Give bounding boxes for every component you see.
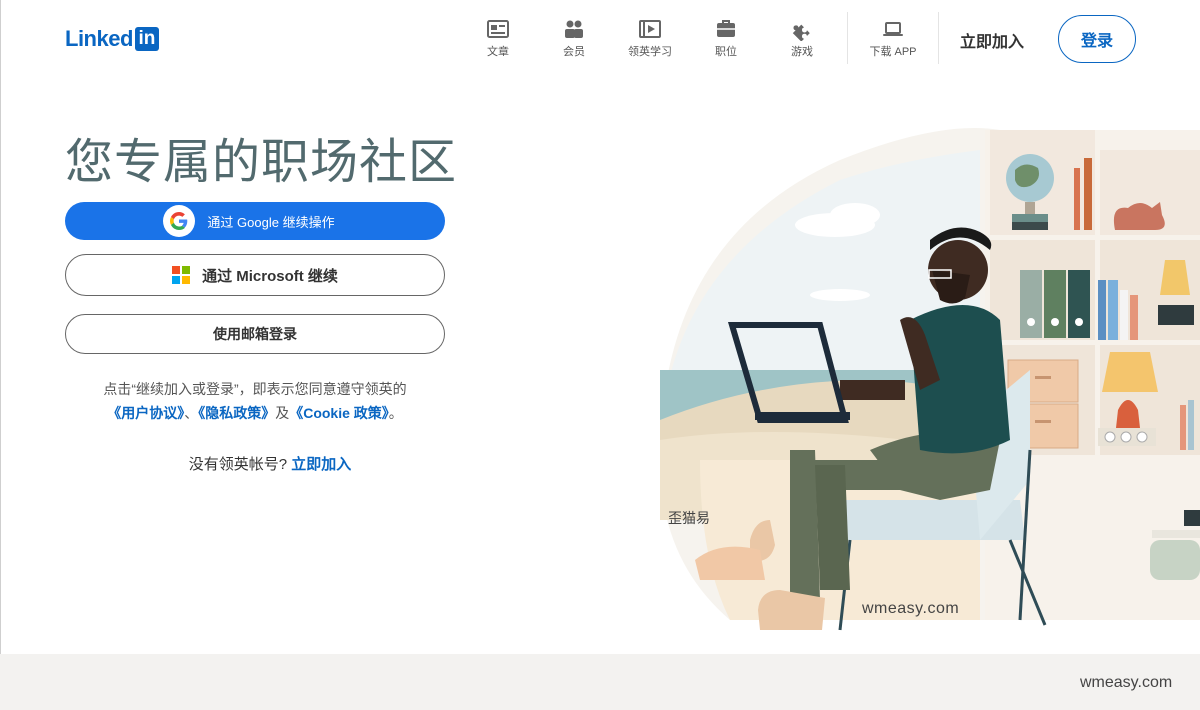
- user-agreement-link[interactable]: 《用户协议》: [107, 405, 184, 421]
- learning-icon: [639, 20, 661, 38]
- puzzle-icon: [792, 24, 810, 41]
- nav-item-articles[interactable]: 文章: [460, 10, 536, 66]
- footer-band: [0, 654, 1200, 710]
- watermark-text: wmeasy.com: [862, 600, 960, 617]
- hero-illustration: [660, 128, 1200, 631]
- microsoft-signin-button[interactable]: 通过 Microsoft 继续: [65, 254, 445, 296]
- microsoft-button-label: 通过 Microsoft 继续: [202, 267, 338, 285]
- terms-separator: 。: [388, 405, 403, 421]
- join-now-link[interactable]: 立即加入: [960, 28, 1024, 52]
- people-icon: [565, 20, 583, 38]
- nav-label-download-app: 下载 APP: [869, 46, 917, 58]
- terms-separator: 及: [275, 405, 290, 421]
- google-signin-button[interactable]: 通过 Google 继续操作: [65, 202, 445, 240]
- top-nav: 文章 会员 领英学习 职位 游戏 下载 APP: [460, 10, 946, 66]
- linkedin-logo[interactable]: Linked in: [65, 25, 159, 52]
- email-signin-button[interactable]: 使用邮箱登录: [65, 314, 445, 354]
- logo-in-box: in: [134, 26, 159, 51]
- nav-divider: [938, 12, 939, 64]
- nav-item-learning[interactable]: 领英学习: [612, 10, 688, 66]
- nav-label-jobs: 职位: [715, 46, 737, 58]
- nav-item-games[interactable]: 游戏: [764, 10, 840, 66]
- laptop-icon: [883, 22, 903, 36]
- terms-notice: 点击“继续加入或登录”，即表示您同意遵守领英的 《用户协议》、《隐私政策》及《C…: [65, 377, 445, 425]
- article-icon: [487, 20, 509, 38]
- nav-item-people[interactable]: 会员: [536, 10, 612, 66]
- terms-prefix: 点击“继续加入或登录”，即表示您同意遵守领英的: [103, 381, 407, 397]
- watermark-text: 歪猫易: [668, 510, 710, 526]
- nav-label-people: 会员: [563, 46, 585, 58]
- cookie-policy-link[interactable]: 《Cookie 政策》: [289, 405, 389, 421]
- microsoft-icon: [172, 266, 191, 284]
- nav-label-learning: 领英学习: [628, 46, 672, 58]
- nav-divider: [847, 12, 848, 64]
- signin-button[interactable]: 登录: [1058, 15, 1136, 63]
- nav-label-articles: 文章: [487, 46, 509, 58]
- nav-item-jobs[interactable]: 职位: [688, 10, 764, 66]
- signup-join-link[interactable]: 立即加入: [291, 456, 351, 473]
- terms-separator: 、: [184, 405, 199, 421]
- google-button-label: 通过 Google 继续操作: [207, 214, 335, 230]
- watermark-text: wmeasy.com: [1080, 674, 1173, 691]
- logo-text: Linked: [65, 25, 133, 51]
- briefcase-icon: [717, 20, 735, 37]
- nav-item-download-app[interactable]: 下载 APP: [855, 10, 931, 66]
- privacy-policy-link[interactable]: 《隐私政策》: [198, 405, 275, 421]
- signup-prompt: 没有领英帐号? 立即加入: [65, 453, 475, 474]
- google-icon: [163, 205, 196, 237]
- no-account-text: 没有领英帐号?: [188, 456, 288, 473]
- nav-label-games: 游戏: [791, 46, 813, 58]
- page-title: 您专属的职场社区: [65, 136, 458, 189]
